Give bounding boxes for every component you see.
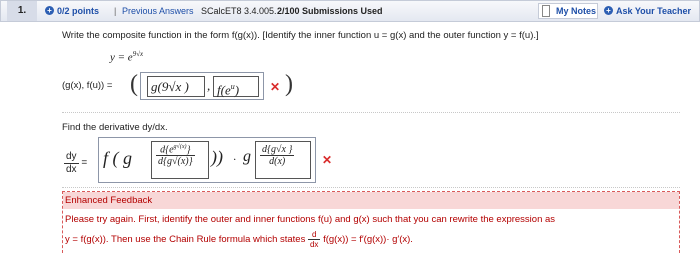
outer-function-close: ) [234, 82, 240, 98]
fraction1-close: } [186, 144, 191, 156]
equation-exponent: 9√x [132, 50, 144, 58]
fraction1-numerator: d{e [160, 144, 174, 156]
enhanced-feedback-panel: Enhanced Feedback Please try again. Firs… [62, 191, 680, 253]
feedback-chain-rule: f(g(x)) = f′(g(x))· g′(x). [323, 234, 413, 246]
derivative-fraction2-input[interactable]: d{g√x } d(x) [255, 141, 311, 179]
section-divider [62, 112, 680, 113]
derivative-lhs: dy dx = [64, 151, 87, 176]
header-separator: | [114, 6, 117, 16]
feedback-line2-text: y = f(g(x)). Then use the Chain Rule for… [65, 234, 306, 246]
derivative-answer-box[interactable]: f ( g d{eg√(x)} d{g√(x)} )) · g d{g√x } … [98, 137, 316, 183]
fraction1-denominator: d{g√(x)} [158, 156, 193, 168]
answer-incorrect-icon: ✕ [270, 80, 281, 94]
previous-answers-link[interactable]: Previous Answers [122, 1, 194, 21]
derivative-dot: · [233, 152, 236, 166]
source-label: SCalcET8 3.4.005. [201, 6, 277, 16]
ask-teacher-link[interactable]: Ask Your Teacher [616, 1, 691, 21]
derivative-close-parens: )) [211, 147, 223, 167]
feedback-line1: Please try again. First, identify the ou… [65, 214, 556, 225]
submissions-label: 2/100 Submissions Used [277, 6, 383, 16]
points-icon: + [45, 6, 54, 15]
lhs-numerator: dy [64, 151, 79, 164]
fraction2-numerator: d{g√x } [260, 144, 295, 156]
question-number: 1. [7, 1, 37, 21]
derivative-incorrect-icon: ✕ [322, 153, 333, 167]
answer-input-group[interactable]: g(9√x ) , f(eu) [140, 72, 264, 100]
feedback-divider [62, 187, 680, 188]
feedback-line2: y = f(g(x)). Then use the Chain Rule for… [65, 230, 413, 249]
fraction1-exponent: g√(x) [173, 144, 187, 150]
question-header: 1. + 0/2 points | Previous Answers SCalc… [0, 0, 700, 22]
points-label: 0/2 points [57, 6, 100, 16]
feedback-derivative-operator: d dx [307, 230, 321, 249]
lhs-equals: = [81, 157, 88, 169]
answer-close-paren: ) [285, 71, 293, 97]
outer-function-input[interactable]: f(eu) [213, 76, 259, 97]
question-prompt: Write the composite function in the form… [62, 30, 539, 41]
notes-icon [542, 5, 550, 17]
derivative-g: g [243, 148, 251, 165]
feedback-title: Enhanced Feedback [63, 192, 679, 209]
ask-teacher-icon: + [604, 6, 613, 15]
equation-base: y = e [110, 51, 133, 64]
answer-open-paren: ( [130, 71, 138, 97]
my-notes-label[interactable]: My Notes [556, 1, 596, 21]
given-equation: y = e9√x [110, 48, 143, 64]
derivative-fraction1-input[interactable]: d{eg√(x)} d{g√(x)} [151, 141, 209, 179]
inner-function-input[interactable]: g(9√x ) [147, 76, 205, 97]
lhs-denominator: dx [66, 164, 77, 175]
derivative-prompt: Find the derivative dy/dx. [62, 122, 168, 133]
answer-label: (g(x), f(u)) = [62, 80, 113, 91]
inner-function-value: g(9√x ) [151, 79, 189, 94]
outer-function-value: f(e [217, 82, 231, 98]
derivative-outer-expression: f ( g [103, 148, 132, 168]
fraction2-denominator: d(x) [269, 156, 286, 167]
answer-comma: , [207, 78, 211, 93]
